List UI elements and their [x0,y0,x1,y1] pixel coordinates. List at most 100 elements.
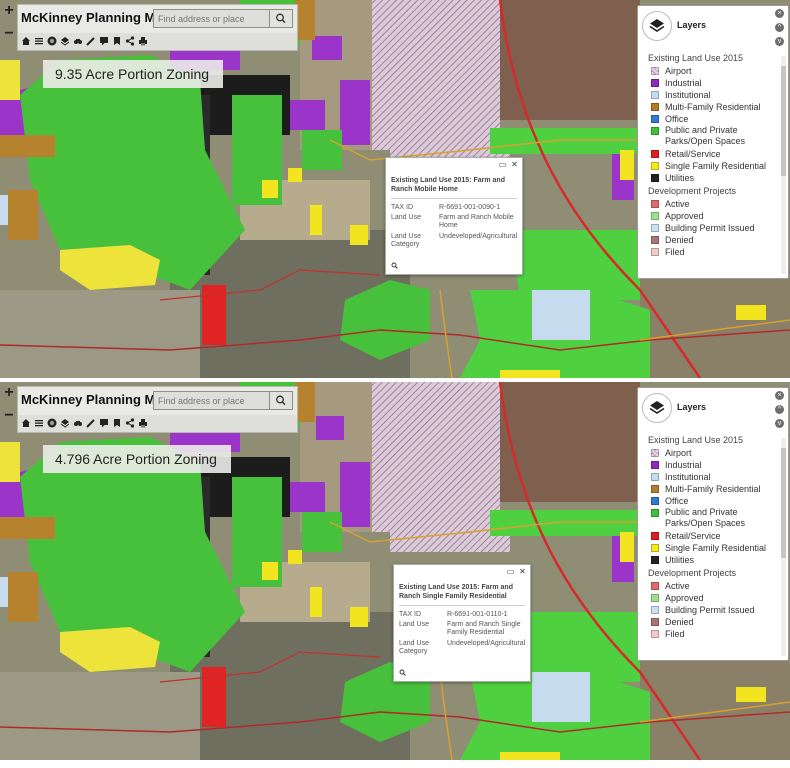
basemap-icon[interactable] [47,418,57,428]
map-panel-top: + − McKinney Planning Map 9.35 Acre Port… [0,0,790,378]
popup-key-category: Land Use Category [391,233,421,248]
layers-legend-list: Existing Land Use 2015 Airport Industria… [648,53,776,275]
legend-item[interactable]: Institutional [651,89,776,101]
legend-swatch [651,473,659,481]
app-title-bar: McKinney Planning Map [17,386,298,416]
chevron-up-icon[interactable]: ^ [775,405,784,414]
maximize-icon[interactable]: ▭ [498,160,507,169]
map-toolbar [17,33,298,51]
legend-item[interactable]: Multi-Family Residential [651,483,776,495]
legend-item[interactable]: Office [651,495,776,507]
measure-icon[interactable] [73,36,83,46]
legend-swatch [651,630,659,638]
zoom-out-button[interactable]: − [1,408,17,424]
share-icon[interactable] [125,418,135,428]
list-icon[interactable] [34,418,44,428]
search-input[interactable] [158,11,266,26]
print-icon[interactable] [138,36,148,46]
layers-scrollbar[interactable] [781,56,786,274]
legend-item[interactable]: Single Family Residential [651,542,776,554]
legend-swatch [651,174,659,182]
basemap-icon[interactable] [47,36,57,46]
legend-item[interactable]: Public and Private Parks/Open Spaces [651,125,776,147]
zoom-out-button[interactable]: − [1,26,17,42]
popup-value-land-use: Farm and Ranch Mobile Home [439,214,514,229]
popup-key-land-use: Land Use [391,214,421,221]
zoom-in-button[interactable]: + [1,3,17,19]
legend-swatch [651,618,659,626]
zoom-to-icon[interactable] [399,669,406,676]
layers-panel-title: Layers [677,20,707,30]
layers-legend-list: Existing Land Use 2015 Airport Industria… [648,435,776,657]
draw-icon[interactable] [86,418,96,428]
legend-item[interactable]: Retail/Service [651,148,776,160]
legend-swatch [651,67,659,75]
legend-item[interactable]: Airport [651,447,776,459]
close-icon[interactable]: ✕ [518,567,527,576]
layers-panel-header: Layers × ^ v [638,6,788,46]
legend-item[interactable]: Denied [651,616,776,628]
legend-item[interactable]: Airport [651,65,776,77]
zoom-to-icon[interactable] [391,262,398,269]
draw-icon[interactable] [86,36,96,46]
map-toolbar [17,415,298,433]
legend-item[interactable]: Approved [651,592,776,604]
map-panel-bottom: + − McKinney Planning Map 4.796 Acre Por… [0,382,790,760]
chevron-down-icon[interactable]: v [775,419,784,428]
search-button[interactable] [269,10,292,27]
legend-swatch [651,606,659,614]
legend-item[interactable]: Approved [651,210,776,222]
list-icon[interactable] [34,36,44,46]
legend-item[interactable]: Single Family Residential [651,160,776,172]
comment-icon[interactable] [99,418,109,428]
legend-item[interactable]: Utilities [651,172,776,184]
airport-area [372,0,500,150]
legend-item[interactable]: Institutional [651,471,776,483]
legend-item[interactable]: Filed [651,246,776,258]
legend-item[interactable]: Active [651,580,776,592]
legend-swatch [651,200,659,208]
airport-area [372,382,500,532]
print-icon[interactable] [138,418,148,428]
legend-item[interactable]: Active [651,198,776,210]
home-icon[interactable] [21,418,31,428]
legend-swatch [651,556,659,564]
measure-icon[interactable] [73,418,83,428]
chevron-down-icon[interactable]: v [775,37,784,46]
scrollbar-thumb[interactable] [781,448,786,558]
legend-item[interactable]: Utilities [651,554,776,566]
maximize-icon[interactable]: ▭ [506,567,515,576]
legend-item[interactable]: Filed [651,628,776,640]
share-icon[interactable] [125,36,135,46]
close-icon[interactable]: ✕ [510,160,519,169]
home-icon[interactable] [21,36,31,46]
legend-item[interactable]: Building Permit Issued [651,604,776,616]
layers-panel-icon[interactable] [642,11,672,41]
legend-swatch [651,103,659,111]
popup-title: Existing Land Use 2015: Farm and Ranch M… [391,177,505,193]
layers-panel-icon[interactable] [642,393,672,423]
scrollbar-thumb[interactable] [781,66,786,176]
popup-key-land-use: Land Use [399,621,429,628]
legend-item[interactable]: Industrial [651,77,776,89]
layers-panel-title: Layers [677,402,707,412]
close-icon[interactable]: × [775,9,784,18]
search-button[interactable] [269,392,292,409]
legend-item[interactable]: Building Permit Issued [651,222,776,234]
layers-icon[interactable] [60,36,70,46]
search-input[interactable] [158,393,266,408]
close-icon[interactable]: × [775,391,784,400]
layers-scrollbar[interactable] [781,438,786,656]
bookmark-icon[interactable] [112,418,122,428]
legend-item[interactable]: Industrial [651,459,776,471]
layers-icon[interactable] [60,418,70,428]
bookmark-icon[interactable] [112,36,122,46]
legend-item[interactable]: Retail/Service [651,530,776,542]
zoom-in-button[interactable]: + [1,385,17,401]
legend-item[interactable]: Denied [651,234,776,246]
comment-icon[interactable] [99,36,109,46]
legend-item[interactable]: Multi-Family Residential [651,101,776,113]
legend-item[interactable]: Office [651,113,776,125]
legend-item[interactable]: Public and Private Parks/Open Spaces [651,507,776,529]
chevron-up-icon[interactable]: ^ [775,23,784,32]
